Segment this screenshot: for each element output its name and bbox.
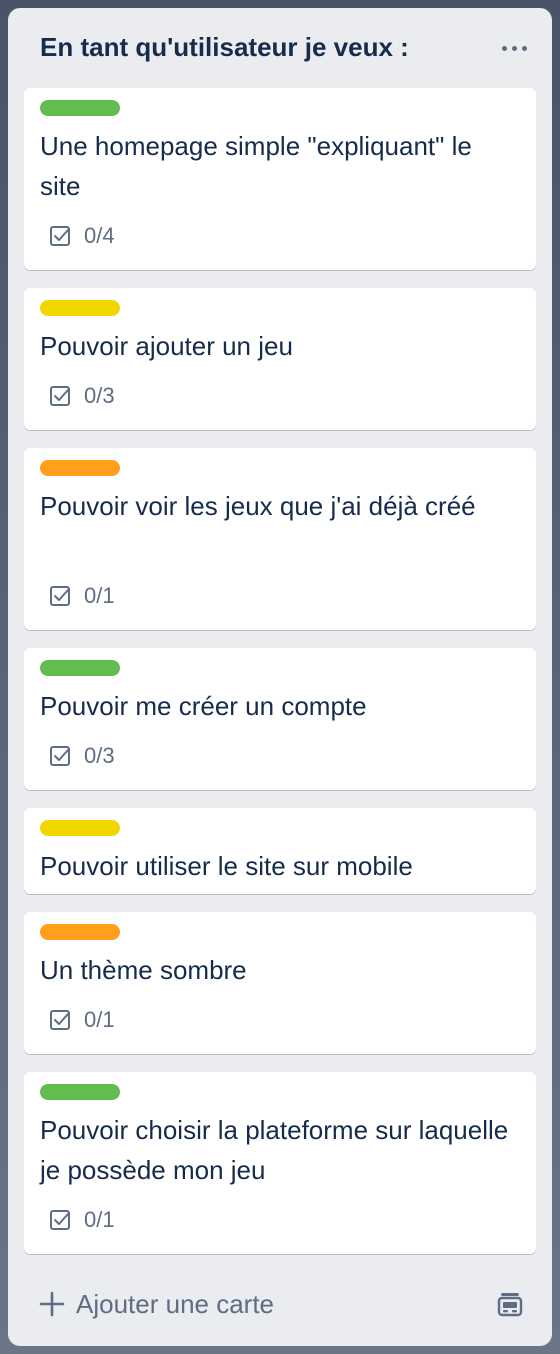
- add-card-label: Ajouter une carte: [76, 1288, 275, 1319]
- card-label-green: [40, 100, 120, 116]
- checklist-count: 0/1: [84, 583, 115, 608]
- card-title: Pouvoir me créer un compte: [40, 691, 367, 721]
- card-label-green: [40, 660, 120, 676]
- card-template-icon: [497, 1293, 523, 1317]
- checklist-count: 0/3: [84, 743, 115, 768]
- checklist-badge: 0/1: [48, 1006, 115, 1034]
- checklist-icon: [50, 386, 70, 406]
- checklist-badge: 0/3: [48, 742, 115, 770]
- card[interactable]: Pouvoir me créer un compte 0/3: [24, 648, 536, 790]
- checklist-icon: [50, 586, 70, 606]
- card-title: Pouvoir voir les jeux que j'ai déjà créé: [40, 491, 476, 521]
- card-template-button[interactable]: [494, 1288, 526, 1320]
- checklist-count: 0/4: [84, 223, 115, 248]
- card[interactable]: Pouvoir choisir la plateforme sur laquel…: [24, 1072, 536, 1254]
- card-label-orange: [40, 924, 120, 940]
- card[interactable]: Pouvoir ajouter un jeu 0/3: [24, 288, 536, 430]
- card[interactable]: Un thème sombre 0/1: [24, 912, 536, 1054]
- card-title: Pouvoir ajouter un jeu: [40, 331, 293, 361]
- add-card-button[interactable]: Ajouter une carte: [38, 1286, 274, 1322]
- card-label-yellow: [40, 300, 120, 316]
- card-title: Pouvoir choisir la plateforme sur laquel…: [40, 1115, 509, 1185]
- checklist-icon: [50, 746, 70, 766]
- card-label-yellow: [40, 820, 120, 836]
- card-title: Pouvoir utiliser le site sur mobile: [40, 851, 413, 881]
- checklist-badge: 0/4: [48, 222, 115, 250]
- card[interactable]: Pouvoir utiliser le site sur mobile: [24, 808, 536, 894]
- card-label-green: [40, 1084, 120, 1100]
- checklist-icon: [50, 1010, 70, 1030]
- more-horizontal-icon[interactable]: [494, 30, 534, 66]
- card-title: Une homepage simple "expliquant" le site: [40, 131, 472, 201]
- checklist-icon: [50, 226, 70, 246]
- checklist-icon: [50, 1210, 70, 1230]
- card[interactable]: Pouvoir voir les jeux que j'ai déjà créé…: [24, 448, 536, 630]
- checklist-badge: 0/1: [48, 582, 115, 610]
- checklist-count: 0/3: [84, 383, 115, 408]
- list: En tant qu'utilisateur je veux : Une hom…: [8, 8, 552, 1346]
- list-header: En tant qu'utilisateur je veux :: [8, 8, 552, 88]
- checklist-count: 0/1: [84, 1007, 115, 1032]
- card-title: Un thème sombre: [40, 955, 247, 985]
- checklist-badge: 0/3: [48, 382, 115, 410]
- plus-icon: [39, 1291, 65, 1317]
- list-title[interactable]: En tant qu'utilisateur je veux :: [40, 32, 409, 63]
- checklist-count: 0/1: [84, 1207, 115, 1232]
- card[interactable]: Une homepage simple "expliquant" le site…: [24, 88, 536, 270]
- card-label-orange: [40, 460, 120, 476]
- checklist-badge: 0/1: [48, 1206, 115, 1234]
